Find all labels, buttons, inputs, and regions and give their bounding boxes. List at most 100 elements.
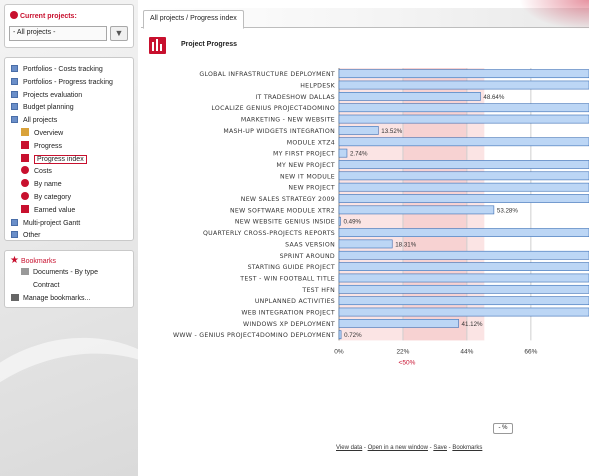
category-label: UNPLANNED ACTIVITIES [255,298,335,305]
sidebar-item-portfolios-progress-tracking[interactable]: Portfolios - Progress tracking [11,77,113,88]
category-label: GLOBAL INFRASTRUCTURE DEPLOYMENT [199,71,335,78]
sidebar-item-label: Costs [34,168,52,176]
bar [338,284,589,294]
category-label: NEW WEBSITE GENIUS INSIDE [235,219,335,226]
folder-icon [11,218,18,226]
sidebar-item-earned-value[interactable]: Earned value [21,204,76,216]
sidebar-item-progress[interactable]: Progress [21,140,63,152]
sidebar-item-label: By category [34,194,71,201]
bookmarks-panel: ★ Bookmarks Documents - By type Contract Ma… [4,250,134,308]
tab-bar: All projects / Progress index [141,0,589,30]
sidebar-item-all-projects[interactable]: All projects [11,115,57,126]
bar [338,307,589,317]
x-tick-label: 22% [396,348,409,355]
bar [338,239,393,249]
bookmark-item-manage-bookmarks[interactable]: Manage bookmarks... [11,293,90,304]
sidebar-item-budget-planning[interactable]: Budget planning [11,102,74,113]
sidebar-item-by-name[interactable]: By name [21,179,62,190]
main-content: All projects / Progress index Project Pr… [141,0,589,476]
threshold-label: <50% [399,359,416,366]
sidebar-item-other[interactable]: Other [11,230,41,241]
category-label: SAAS VERSION [285,241,335,248]
x-tick-label: 66% [524,348,537,355]
category-label: HELPDESK [300,83,335,90]
filter-icon: ▼ [114,28,124,38]
folder-icon [11,65,18,72]
sidebar-item-projects-evaluation[interactable]: Projects evaluation [11,90,82,101]
category-label: NEW SOFTWARE MODULE XTR2 [230,207,335,214]
category-label: NEW PROJECT [288,185,335,192]
category-label: STARTING GUIDE PROJECT [248,264,335,271]
sidebar-item-label: Overview [34,130,64,137]
data-label: 0.49% [344,219,362,226]
sidebar-item-label: All projects [23,117,58,125]
category-label: MODULE XTZ4 [287,139,335,146]
category-label: MARKETING - NEW WEBSITE [241,117,335,124]
tab-progress-index[interactable]: All projects / Progress index [143,10,244,29]
folder-icon [11,103,18,111]
bar [338,182,589,192]
bar [338,114,589,124]
sidebar-item-label: Progress index [34,154,87,164]
category-label: QUARTERLY CROSS-PROJECTS REPORTS [203,230,335,237]
bookmarks-title[interactable]: ★ Bookmarks [10,255,56,266]
save-link[interactable]: Save [433,445,447,451]
progress-index-icon [21,153,29,162]
bookmarks-link[interactable]: Bookmarks [452,445,482,451]
document-icon [21,268,29,275]
bar [338,228,589,237]
open-new-window-link[interactable]: Open in a new window [368,445,428,451]
data-label: 41.12% [462,321,483,328]
category-label: WEB INTEGRATION PROJECT [241,310,335,317]
category-label: MY NEW PROJECT [276,162,335,169]
folder-icon [11,116,18,124]
projects-icon [10,11,18,19]
bookmark-item-contract[interactable]: Contract [33,280,59,291]
x-tick-label: 44% [460,348,473,355]
sidebar-item-portfolios-costs-tracking[interactable]: Portfolios - Costs tracking [11,64,103,75]
filter-button[interactable]: ▼ [110,26,128,41]
bar [338,69,589,79]
sidebar-item-by-category[interactable]: By category [21,192,71,203]
sidebar-item-label: Earned value [34,206,76,214]
bar [338,296,589,306]
bookmark-item-label: Documents - By type [33,269,98,276]
x-tick-label: 0% [334,348,344,355]
percent-toggle-button[interactable]: - % [493,423,513,434]
bar [338,171,589,181]
bookmark-item-documents-by-type[interactable]: Documents - By type [21,267,98,278]
chart-bar-icon [149,37,166,54]
project-select[interactable]: - All projects - [9,26,107,41]
category-label: LOCALIZE GENIUS PROJECT4DOMINO [211,105,335,112]
data-label: 53.28% [497,207,518,214]
category-label: NEW IT MODULE [280,173,335,180]
folder-icon [11,231,18,239]
navigation-panel: Portfolios - Costs tracking Portfolios - … [4,57,134,241]
by-name-icon [21,179,29,188]
bar [338,137,589,147]
progress-chart: GLOBAL INFRASTRUCTURE DEPLOYMENT HELPDESK… [173,68,589,366]
sidebar-item-progress-index[interactable]: Progress index [21,153,87,165]
bar [338,205,495,215]
bookmark-manage-icon [11,294,19,301]
category-label: IT TRADESHOW DALLAS [255,94,335,101]
sidebar: Current projects: - All projects - ▼ Por… [0,0,138,476]
view-data-link[interactable]: View data [336,445,362,451]
bar [338,262,589,272]
bar [338,91,481,101]
bar [338,330,342,340]
data-label: 2.74% [350,151,368,158]
bookmarks-label: Bookmarks [20,258,56,265]
sidebar-item-label: Progress [34,142,63,150]
data-label: 18.31% [395,241,416,248]
sidebar-item-multi-project-gantt[interactable]: Multi-project Gantt [11,218,80,229]
bar [338,80,589,90]
sidebar-item-label: By name [34,181,62,189]
sidebar-item-costs[interactable]: Costs [21,166,52,177]
bookmark-item-label: Manage bookmarks... [23,295,91,302]
sidebar-item-overview[interactable]: Overview [21,128,63,139]
category-label: TEST HFN [301,287,335,294]
sidebar-item-label: Multi-project Gantt [23,219,81,227]
category-label: MASH-UP WIDGETS INTEGRATION [223,128,335,135]
category-label: NEW SALES STRATEGY 2009 [241,196,335,203]
